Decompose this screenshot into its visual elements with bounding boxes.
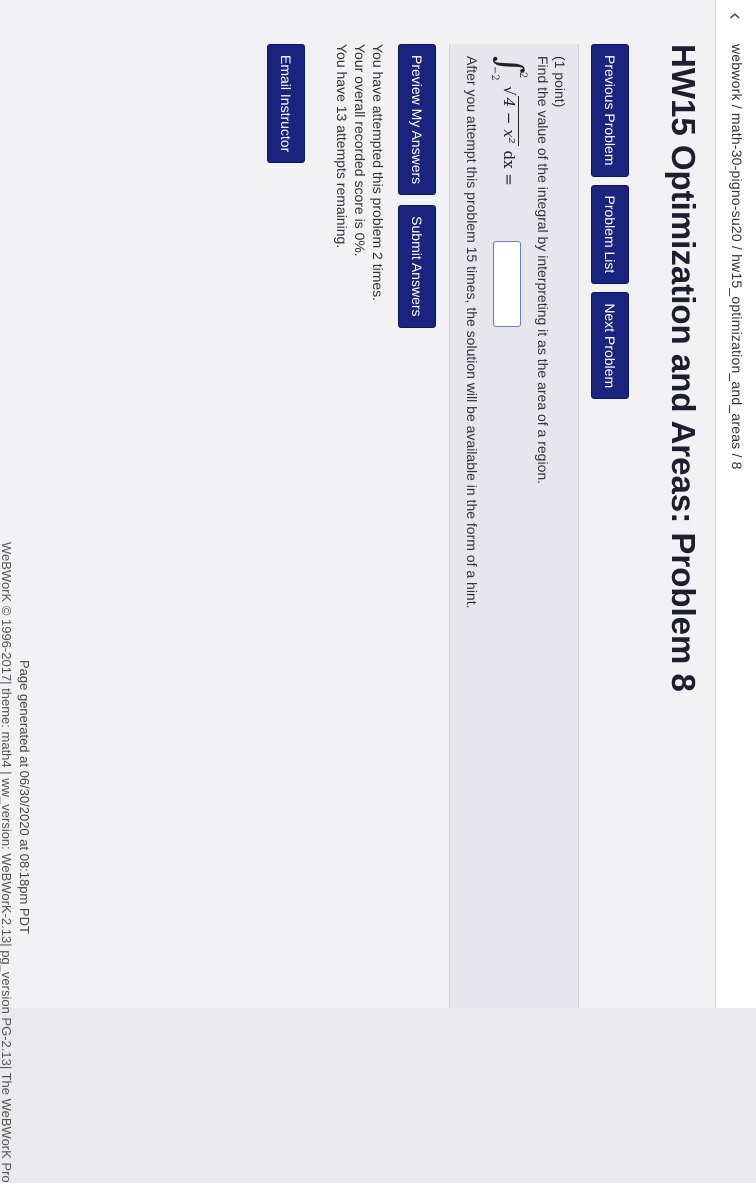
answer-actions: Preview My Answers Submit Answers xyxy=(398,44,436,328)
email-instructor-button[interactable]: Email Instructor xyxy=(267,44,305,164)
previous-problem-button[interactable]: Previous Problem xyxy=(591,44,629,177)
problem-nav: Previous Problem Problem List Next Probl… xyxy=(591,44,629,400)
integral-expression: ∫ 2 −2 √4 − x² dx = xyxy=(486,56,530,356)
attempts-remaining: You have 13 attempts remaining. xyxy=(334,44,350,249)
lower-limit: −2 xyxy=(489,66,500,81)
top-bar: ‹ webwork / math-30-pigno-su20 / hw15_op… xyxy=(715,0,756,1008)
radicand: 4 − x² xyxy=(500,95,519,146)
attempts-made: You have attempted this problem 2 times. xyxy=(370,44,386,302)
preview-answers-button[interactable]: Preview My Answers xyxy=(398,44,436,196)
webwork-page: ‹ webwork / math-30-pigno-su20 / hw15_op… xyxy=(0,0,756,1183)
hint-notice: After you attempt this problem 15 times,… xyxy=(464,56,480,609)
upper-limit: 2 xyxy=(517,72,528,79)
page-title: HW15 Optimization and Areas: Problem 8 xyxy=(665,44,702,692)
chevron-left-icon[interactable]: ‹ xyxy=(724,4,749,28)
submit-answers-button[interactable]: Submit Answers xyxy=(398,205,436,328)
problem-body: (1 point) Find the value of the integral… xyxy=(449,44,579,1008)
integrand: √4 − x² dx = xyxy=(500,86,519,186)
problem-list-button[interactable]: Problem List xyxy=(591,184,629,285)
problem-question: Find the value of the integral by interp… xyxy=(535,56,551,485)
attempt-status: You have attempted this problem 2 times.… xyxy=(333,44,387,301)
sqrt-symbol: √ xyxy=(500,86,518,96)
answer-input[interactable] xyxy=(493,241,521,327)
recorded-score: Your overall recorded score is 0%. xyxy=(352,44,368,257)
point-value: (1 point) xyxy=(552,56,568,108)
next-problem-button[interactable]: Next Problem xyxy=(591,292,629,400)
page-generated-text: Page generated at 06/30/2020 at 08:18pm … xyxy=(17,660,32,934)
differential: dx = xyxy=(500,150,518,186)
breadcrumb: webwork / math-30-pigno-su20 / hw15_opti… xyxy=(729,44,745,470)
version-footer: WeBWorK © 1996-2017| theme: math4 | ww_v… xyxy=(0,542,14,1183)
email-row: Email Instructor xyxy=(267,44,305,164)
